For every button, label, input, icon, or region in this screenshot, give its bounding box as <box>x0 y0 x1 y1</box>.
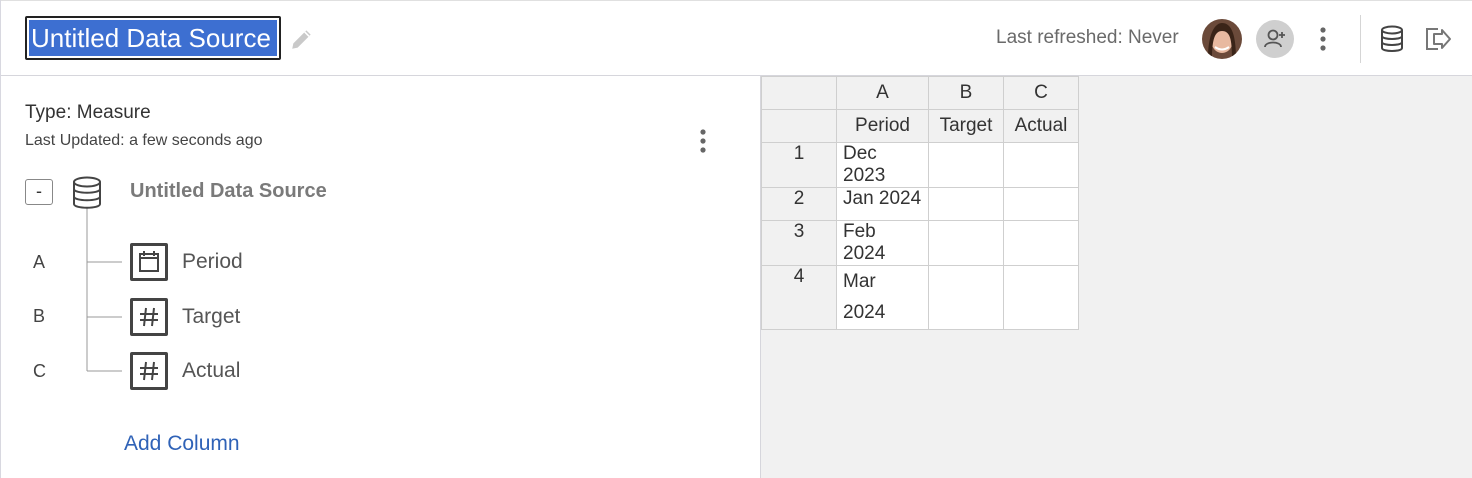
column-letter-c: C <box>33 361 46 381</box>
grid-cell[interactable] <box>1003 187 1079 221</box>
data-source-panel: Type: Measure Last Updated: a few second… <box>1 76 760 478</box>
collapse-button[interactable]: - <box>25 179 53 205</box>
source-type: Type: Measure <box>25 102 151 123</box>
column-header-letter[interactable]: A <box>836 76 929 110</box>
column-header-letter[interactable]: B <box>928 76 1004 110</box>
table-row: 3 Feb 2024 <box>761 220 1079 266</box>
data-source-name: Untitled Data Source <box>130 180 327 202</box>
header-bar: Untitled Data Source Last refreshed: Nev… <box>1 0 1472 76</box>
row-number[interactable]: 4 <box>761 265 837 330</box>
row-number[interactable]: 3 <box>761 220 837 266</box>
exit-icon[interactable] <box>1423 25 1453 53</box>
pencil-icon[interactable] <box>289 26 315 52</box>
title-input[interactable]: Untitled Data Source <box>25 16 281 60</box>
database-icon <box>73 176 101 209</box>
title-text[interactable]: Untitled Data Source <box>29 20 277 56</box>
column-letter-a: A <box>33 252 46 272</box>
app-window: Untitled Data Source Last refreshed: Nev… <box>0 0 1472 478</box>
database-icon[interactable] <box>1379 25 1405 53</box>
last-refreshed-status: Last refreshed: Never <box>996 27 1179 48</box>
column-type-button[interactable] <box>130 298 168 336</box>
table-row: 1 Dec 2023 <box>761 142 1079 188</box>
last-updated: Last Updated: a few seconds ago <box>25 132 263 149</box>
column-type-button[interactable] <box>130 352 168 390</box>
add-user-icon <box>1264 29 1285 48</box>
column-header-name[interactable]: Period <box>836 109 929 143</box>
column-header-letter[interactable]: C <box>1003 76 1079 110</box>
data-grid-panel: A B C Period Target Actual 1 Dec 2023 2 … <box>760 76 1472 478</box>
calendar-icon <box>139 251 159 272</box>
column-header-name[interactable]: Target <box>928 109 1004 143</box>
grid-cell[interactable] <box>1003 265 1079 330</box>
grid-cell[interactable] <box>928 142 1004 188</box>
grid-cell[interactable] <box>928 265 1004 330</box>
data-grid: A B C Period Target Actual 1 Dec 2023 2 … <box>761 76 1079 330</box>
hash-icon <box>140 361 158 381</box>
header-divider <box>1360 15 1361 63</box>
row-number[interactable]: 2 <box>761 187 837 221</box>
add-user-button[interactable] <box>1256 20 1294 58</box>
kebab-menu-icon[interactable] <box>1311 25 1335 53</box>
table-row: 2 Jan 2024 <box>761 187 1079 221</box>
grid-corner <box>761 109 837 143</box>
grid-cell[interactable]: Feb 2024 <box>836 220 929 266</box>
column-header-name[interactable]: Actual <box>1003 109 1079 143</box>
grid-corner <box>761 76 837 110</box>
grid-cell[interactable]: Jan 2024 <box>836 187 929 221</box>
row-number[interactable]: 1 <box>761 142 837 188</box>
column-type-button[interactable] <box>130 243 168 281</box>
grid-cell[interactable] <box>928 187 1004 221</box>
column-name-actual[interactable]: Actual <box>182 359 240 383</box>
avatar[interactable] <box>1202 19 1242 59</box>
table-row: 4 Mar 2024 <box>761 265 1079 330</box>
hash-icon <box>140 307 158 327</box>
grid-cell[interactable]: Mar 2024 <box>836 265 929 330</box>
add-column-link[interactable]: Add Column <box>124 432 240 456</box>
column-name-period[interactable]: Period <box>182 250 243 274</box>
grid-cell[interactable] <box>1003 220 1079 266</box>
grid-cell[interactable]: Dec 2023 <box>836 142 929 188</box>
grid-cell[interactable] <box>928 220 1004 266</box>
column-name-target[interactable]: Target <box>182 305 240 329</box>
column-letter-b: B <box>33 306 46 326</box>
grid-cell[interactable] <box>1003 142 1079 188</box>
panel-kebab-menu-icon[interactable] <box>691 126 715 156</box>
